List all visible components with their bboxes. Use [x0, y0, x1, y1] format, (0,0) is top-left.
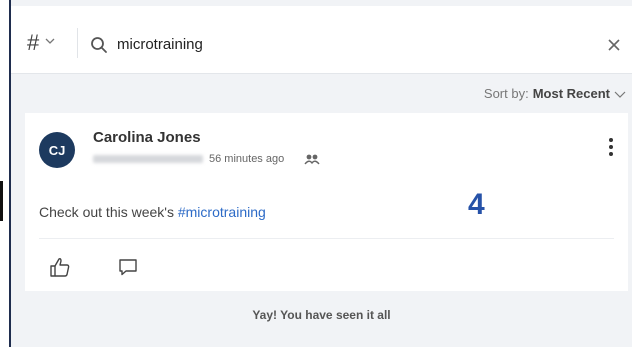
post-meta: 56 minutes ago — [93, 153, 320, 165]
author-name[interactable]: Carolina Jones — [93, 129, 201, 146]
filter-type-dropdown[interactable]: # — [27, 32, 55, 54]
redacted-handle — [93, 155, 203, 163]
sort-label: Sort by: — [483, 86, 529, 101]
hashtag-link[interactable]: #microtraining — [178, 204, 266, 220]
end-of-feed-message: Yay! You have seen it all — [252, 308, 391, 322]
thumbs-up-icon[interactable] — [49, 256, 71, 278]
post-timestamp: 56 minutes ago — [209, 153, 285, 165]
close-icon[interactable] — [607, 38, 621, 52]
screenshot-frame: # Sort by: Most Recent — [0, 0, 632, 347]
search-icon — [91, 37, 107, 53]
people-icon — [304, 154, 320, 165]
sort-value: Most Recent — [532, 86, 610, 101]
comment-icon[interactable] — [118, 258, 138, 276]
step-number: 4 — [468, 188, 485, 221]
avatar[interactable]: CJ — [39, 132, 75, 168]
sort-row: Sort by: Most Recent — [11, 82, 632, 104]
chevron-down-icon — [45, 38, 55, 44]
more-options-icon[interactable] — [608, 137, 614, 157]
post-text: Check out this week's — [39, 204, 178, 220]
hash-icon: # — [27, 30, 40, 55]
divider — [77, 28, 78, 58]
search-input[interactable] — [117, 33, 537, 55]
post-body: Check out this week's #microtraining — [39, 204, 266, 220]
cropped-glyph — [0, 181, 3, 221]
sort-dropdown[interactable]: Sort by: Most Recent — [484, 86, 626, 101]
search-bar: # — [11, 6, 632, 74]
feed-panel: # Sort by: Most Recent — [11, 0, 632, 347]
post-card: CJ Carolina Jones 56 minutes ago Check o… — [25, 113, 628, 291]
chevron-down-icon — [614, 91, 626, 98]
divider — [39, 238, 614, 239]
